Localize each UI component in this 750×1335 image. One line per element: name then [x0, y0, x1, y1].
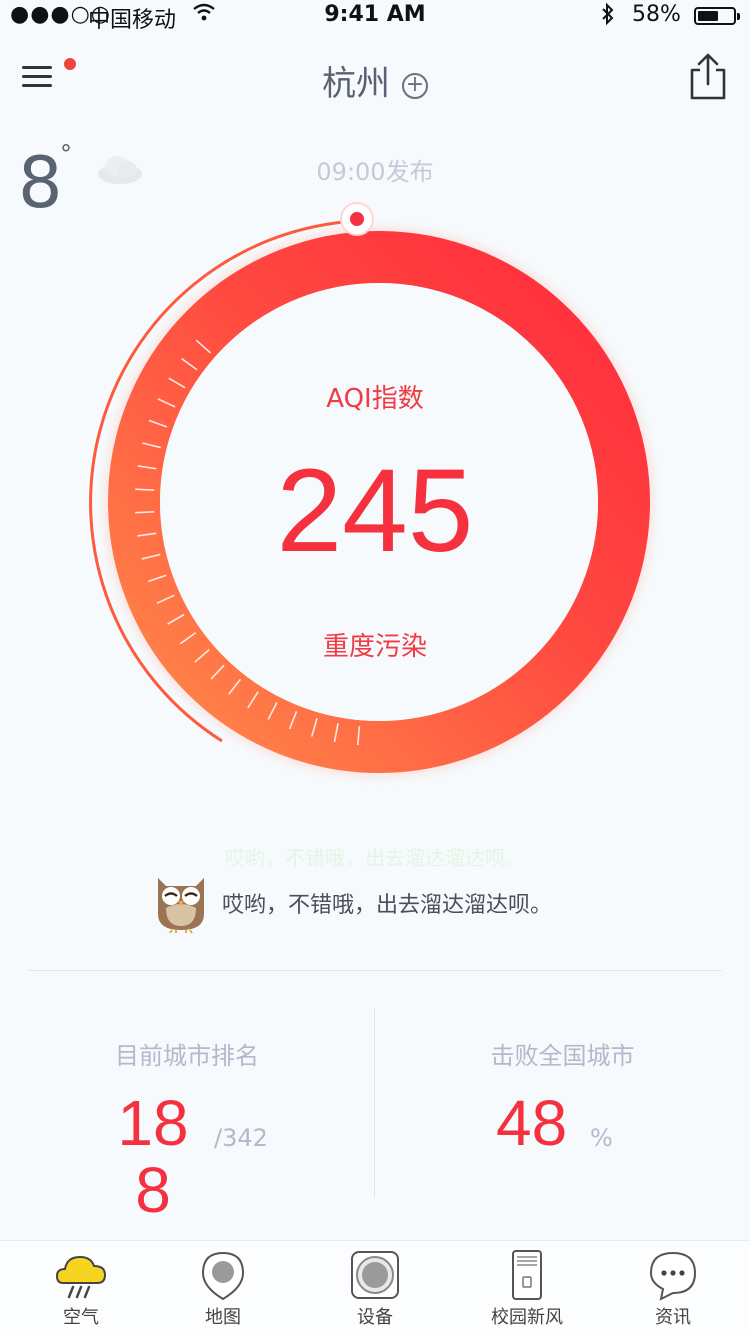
beat-title: 击败全国城市 — [490, 1042, 635, 1070]
bluetooth-icon — [600, 2, 616, 32]
rank-total: /342 — [214, 1124, 268, 1152]
add-city-icon[interactable]: + — [402, 72, 428, 99]
weather-icon — [55, 1255, 107, 1299]
chat-bubble-icon — [649, 1251, 697, 1301]
tab-bar: 空气 地图 设备 校园新风 资讯 — [0, 1240, 750, 1335]
publish-time: 09:00发布 — [316, 158, 434, 186]
tab-label: 校园新风 — [491, 1307, 563, 1328]
tab-device[interactable]: 设备 — [300, 1241, 450, 1335]
beat-unit: % — [590, 1124, 613, 1152]
device-icon — [351, 1251, 399, 1299]
share-button[interactable] — [686, 52, 730, 102]
share-icon — [690, 53, 726, 100]
divider — [28, 970, 722, 971]
tab-campus-air[interactable]: 校园新风 — [452, 1241, 602, 1335]
tip-shadow-text: 哎哟，不错哦，出去溜达溜达呗。 — [225, 846, 525, 870]
city-name: 杭州 — [322, 64, 390, 104]
tab-label: 设备 — [357, 1307, 393, 1328]
owl-icon — [152, 870, 210, 934]
aqi-label: AQI指数 — [326, 384, 424, 414]
tab-label: 空气 — [63, 1307, 99, 1328]
city-selector[interactable]: 杭州 + — [0, 56, 750, 105]
aqi-level: 重度污染 — [322, 632, 427, 662]
rank-value: 188 — [117, 1087, 189, 1227]
tab-news[interactable]: 资讯 — [598, 1241, 748, 1335]
tab-label: 地图 — [205, 1307, 241, 1328]
tip-text: 哎哟，不错哦，出去溜达溜达呗。 — [222, 893, 553, 918]
tab-label: 资讯 — [655, 1307, 691, 1328]
rank-title: 目前城市排名 — [115, 1042, 259, 1070]
aqi-value: 245 — [276, 445, 474, 577]
air-purifier-icon — [512, 1250, 542, 1300]
status-bar: ●●●○○ 中国移动 9:41 AM 58% — [0, 0, 750, 34]
battery-icon — [694, 7, 740, 25]
tab-map[interactable]: 地图 — [148, 1241, 298, 1335]
map-pin-icon — [201, 1251, 245, 1301]
tab-air[interactable]: 空气 — [6, 1241, 156, 1335]
battery-percent: 58% — [632, 2, 681, 27]
beat-value: 48 — [496, 1087, 568, 1159]
